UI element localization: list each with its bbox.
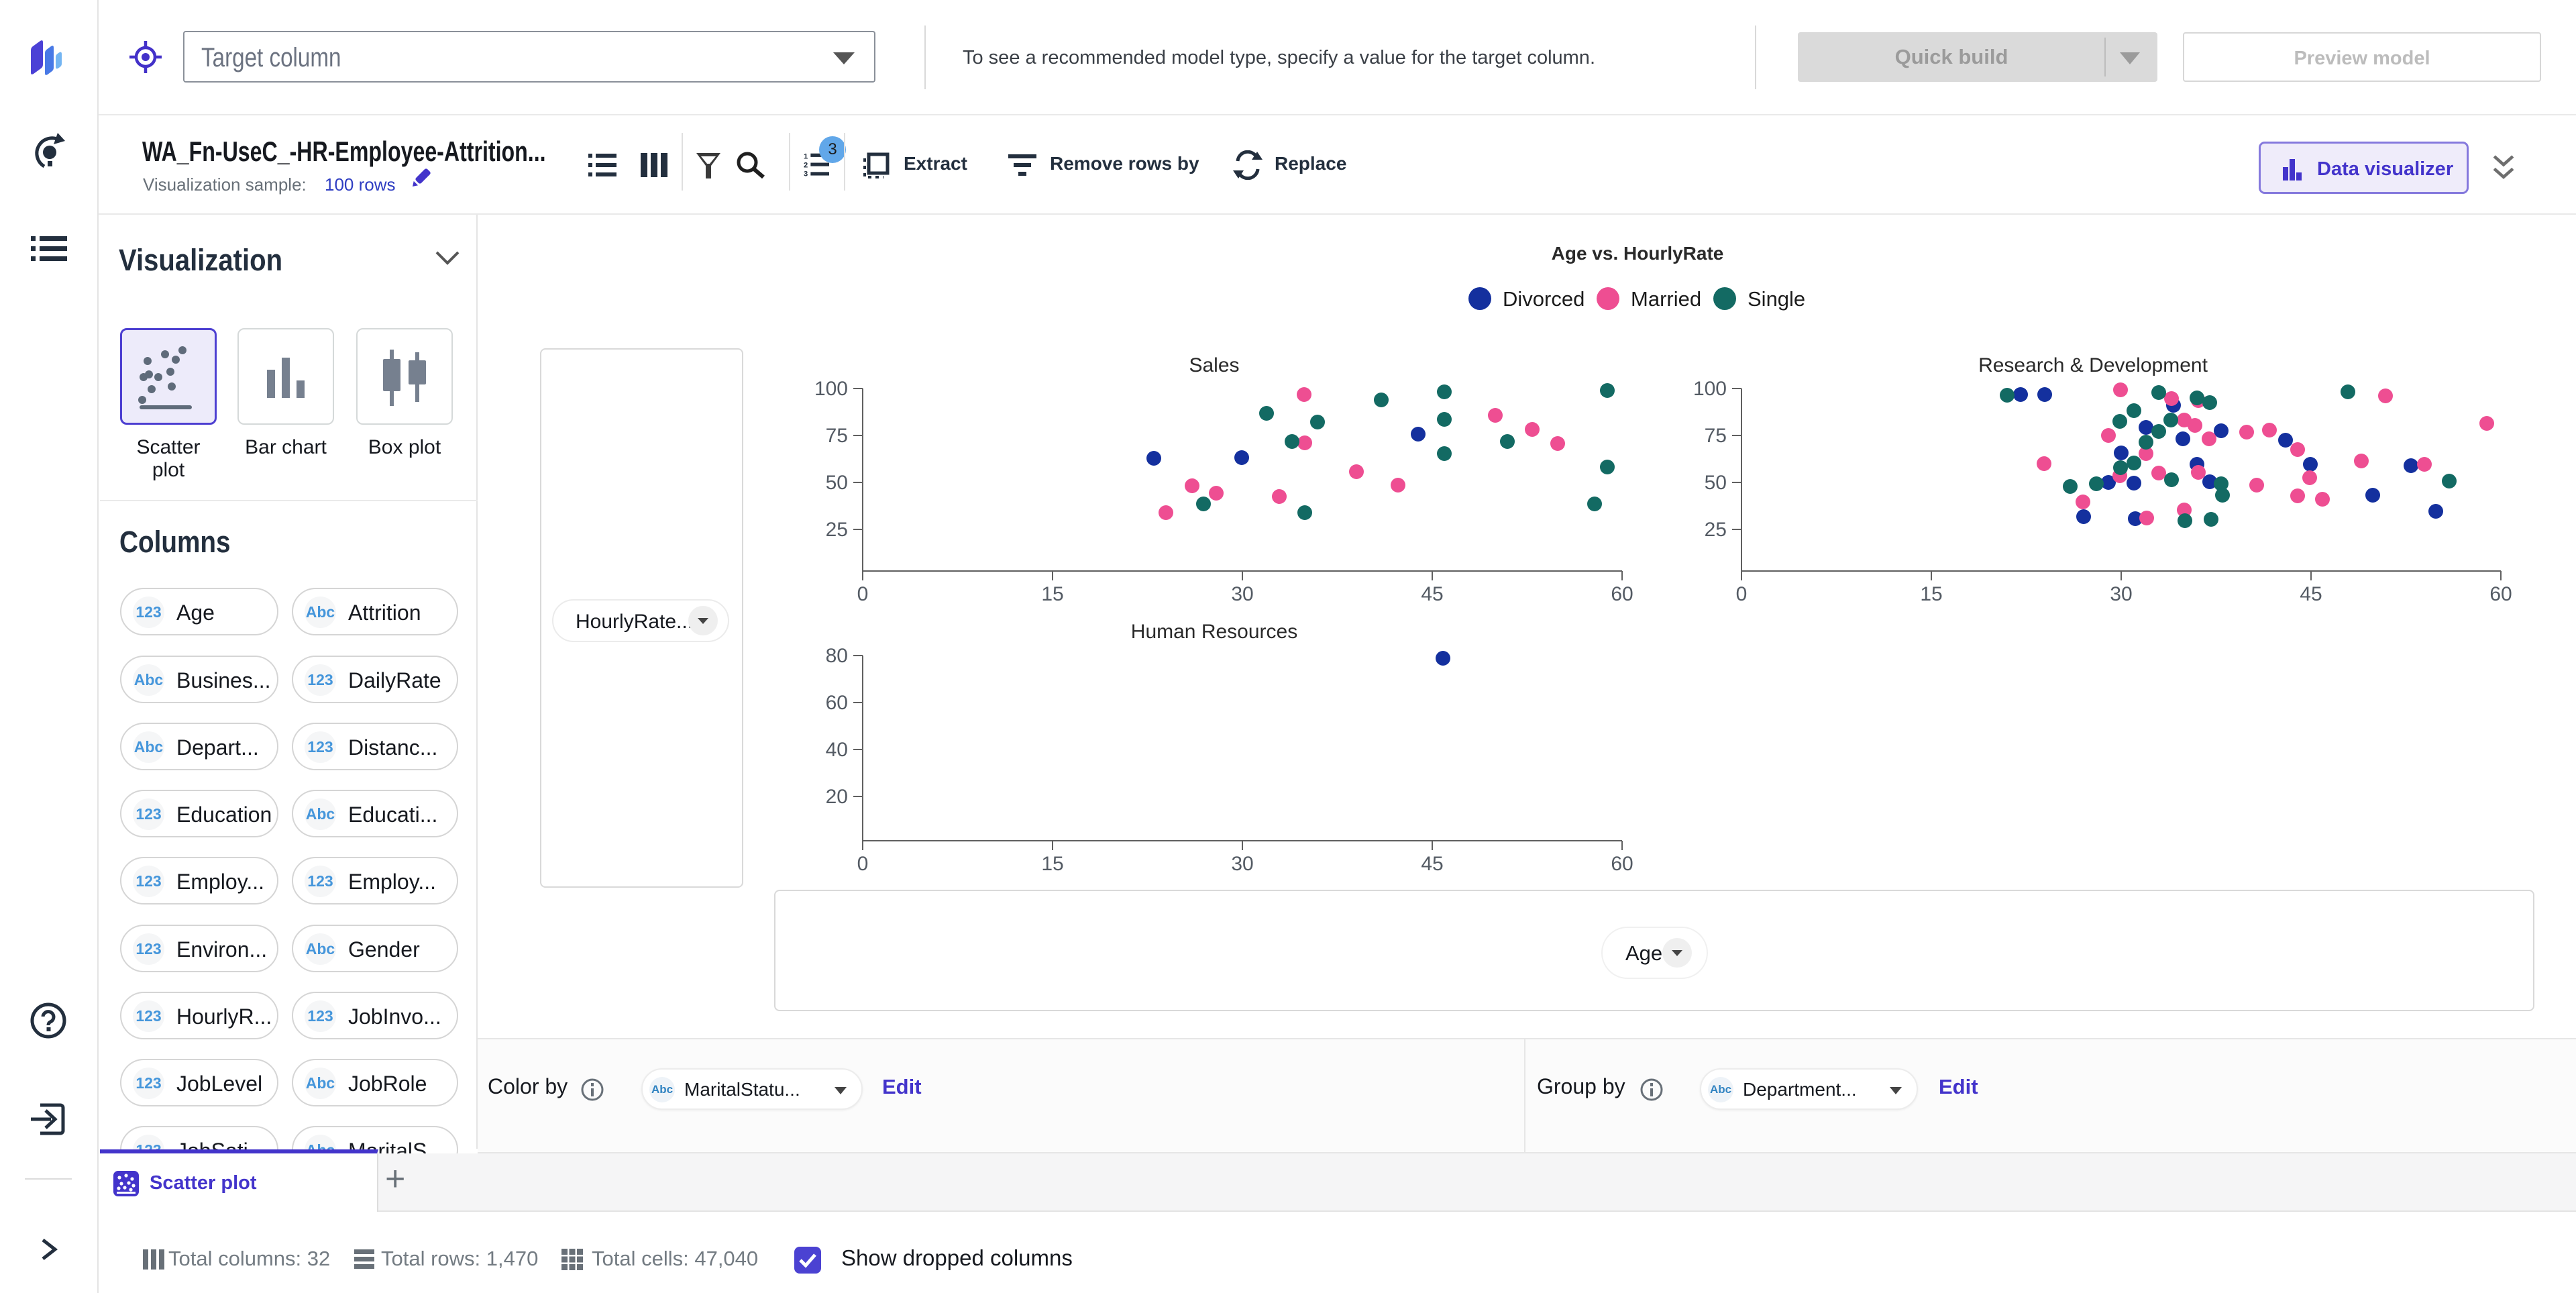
svg-text:60: 60 bbox=[826, 692, 848, 714]
svg-text:0: 0 bbox=[857, 853, 869, 875]
svg-text:Human Resources: Human Resources bbox=[1131, 621, 1297, 643]
svg-text:15: 15 bbox=[1041, 853, 1063, 875]
svg-text:Sales: Sales bbox=[1189, 354, 1239, 376]
svg-text:45: 45 bbox=[2300, 583, 2322, 605]
svg-text:25: 25 bbox=[1705, 519, 1727, 541]
svg-text:100: 100 bbox=[814, 378, 848, 400]
svg-text:20: 20 bbox=[826, 786, 848, 808]
svg-text:15: 15 bbox=[1041, 583, 1063, 605]
svg-text:0: 0 bbox=[1736, 583, 1748, 605]
svg-text:HourlyRate...: HourlyRate... bbox=[576, 611, 693, 633]
svg-text:100: 100 bbox=[1693, 378, 1727, 400]
svg-text:60: 60 bbox=[1611, 853, 1633, 875]
svg-text:15: 15 bbox=[1920, 583, 1942, 605]
svg-text:Single: Single bbox=[1748, 287, 1805, 311]
svg-text:0: 0 bbox=[857, 583, 869, 605]
svg-text:Age: Age bbox=[1625, 941, 1662, 965]
svg-text:40: 40 bbox=[826, 739, 848, 761]
svg-text:75: 75 bbox=[826, 425, 848, 447]
svg-text:80: 80 bbox=[826, 645, 848, 667]
svg-text:60: 60 bbox=[2489, 583, 2512, 605]
svg-text:30: 30 bbox=[2110, 583, 2132, 605]
svg-text:Married: Married bbox=[1631, 287, 1701, 311]
svg-text:50: 50 bbox=[1705, 472, 1727, 494]
svg-text:75: 75 bbox=[1705, 425, 1727, 447]
svg-text:45: 45 bbox=[1421, 853, 1443, 875]
svg-text:2: 2 bbox=[804, 161, 808, 169]
svg-text:Age vs. HourlyRate: Age vs. HourlyRate bbox=[1552, 243, 1724, 264]
svg-text:1: 1 bbox=[804, 153, 808, 161]
svg-text:30: 30 bbox=[1231, 853, 1253, 875]
svg-text:60: 60 bbox=[1611, 583, 1633, 605]
svg-text:50: 50 bbox=[826, 472, 848, 494]
svg-text:Divorced: Divorced bbox=[1503, 287, 1585, 311]
svg-text:30: 30 bbox=[1231, 583, 1253, 605]
svg-text:Research & Development: Research & Development bbox=[1978, 354, 2208, 376]
svg-text:25: 25 bbox=[826, 519, 848, 541]
svg-text:3: 3 bbox=[804, 170, 808, 178]
svg-text:45: 45 bbox=[1421, 583, 1443, 605]
